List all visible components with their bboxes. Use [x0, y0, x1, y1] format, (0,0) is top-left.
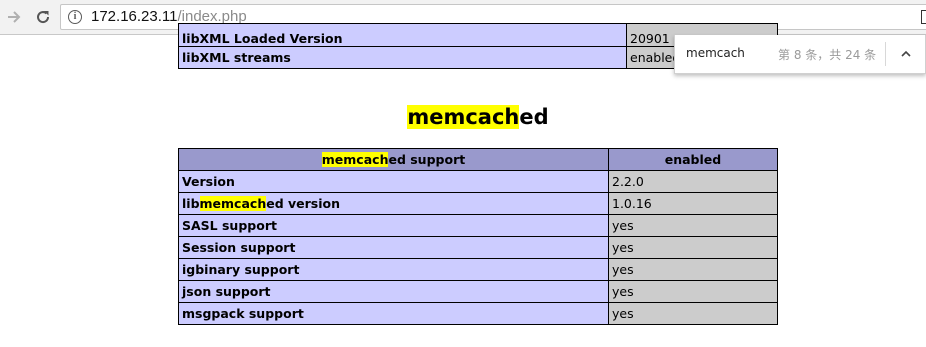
- table-row: Session support yes: [178, 236, 778, 259]
- table-row: json support yes: [178, 280, 778, 303]
- table-row: msgpack support yes: [178, 302, 778, 325]
- row-label: libXML streams: [178, 46, 627, 69]
- search-highlight: memcach: [199, 196, 267, 211]
- header-cell: enabled: [608, 148, 778, 171]
- table-header-row: memcached support enabled: [178, 148, 778, 171]
- arrow-right-icon: [8, 11, 21, 23]
- row-value: yes: [608, 258, 778, 281]
- page-content: libXML Loaded Version 20901 libXML strea…: [0, 23, 926, 347]
- reload-button[interactable]: [33, 7, 53, 27]
- table-row: libmemcached version 1.0.16: [178, 192, 778, 215]
- table-row: igbinary support yes: [178, 258, 778, 281]
- section-title: memcached: [407, 105, 549, 129]
- table-row: Version 2.2.0: [178, 170, 778, 193]
- divider: [885, 42, 886, 66]
- info-icon[interactable]: i: [68, 10, 82, 24]
- find-input[interactable]: memcach: [686, 46, 745, 60]
- row-value: 2.2.0: [608, 170, 778, 193]
- row-label: SASL support: [178, 214, 609, 237]
- row-value: yes: [608, 236, 778, 259]
- reload-icon: [37, 11, 50, 24]
- url-host: 172.16.23.11: [91, 8, 178, 25]
- memcached-table: memcached support enabled Version 2.2.0 …: [178, 148, 778, 325]
- table-row: SASL support yes: [178, 214, 778, 237]
- row-value: yes: [608, 214, 778, 237]
- row-label: libmemcached version: [178, 192, 609, 215]
- row-label: json support: [178, 280, 609, 303]
- row-label: igbinary support: [178, 258, 609, 281]
- header-cell: memcached support: [178, 148, 609, 171]
- row-label: libXML Loaded Version: [178, 23, 627, 47]
- search-highlight: memcach: [407, 105, 520, 129]
- back-button[interactable]: [4, 7, 24, 27]
- chevron-up-icon: [901, 50, 911, 57]
- row-label: Session support: [178, 236, 609, 259]
- row-value: yes: [608, 302, 778, 325]
- row-value: yes: [608, 280, 778, 303]
- search-highlight: memcach: [321, 152, 389, 167]
- row-label: msgpack support: [178, 302, 609, 325]
- find-bar: memcach 第 8 条，共 24 条: [674, 35, 926, 74]
- find-match-count: 第 8 条，共 24 条: [778, 48, 877, 62]
- row-value: 1.0.16: [608, 192, 778, 215]
- find-previous-button[interactable]: [897, 45, 915, 63]
- bookmark-icon[interactable]: [921, 10, 926, 24]
- row-label: Version: [178, 170, 609, 193]
